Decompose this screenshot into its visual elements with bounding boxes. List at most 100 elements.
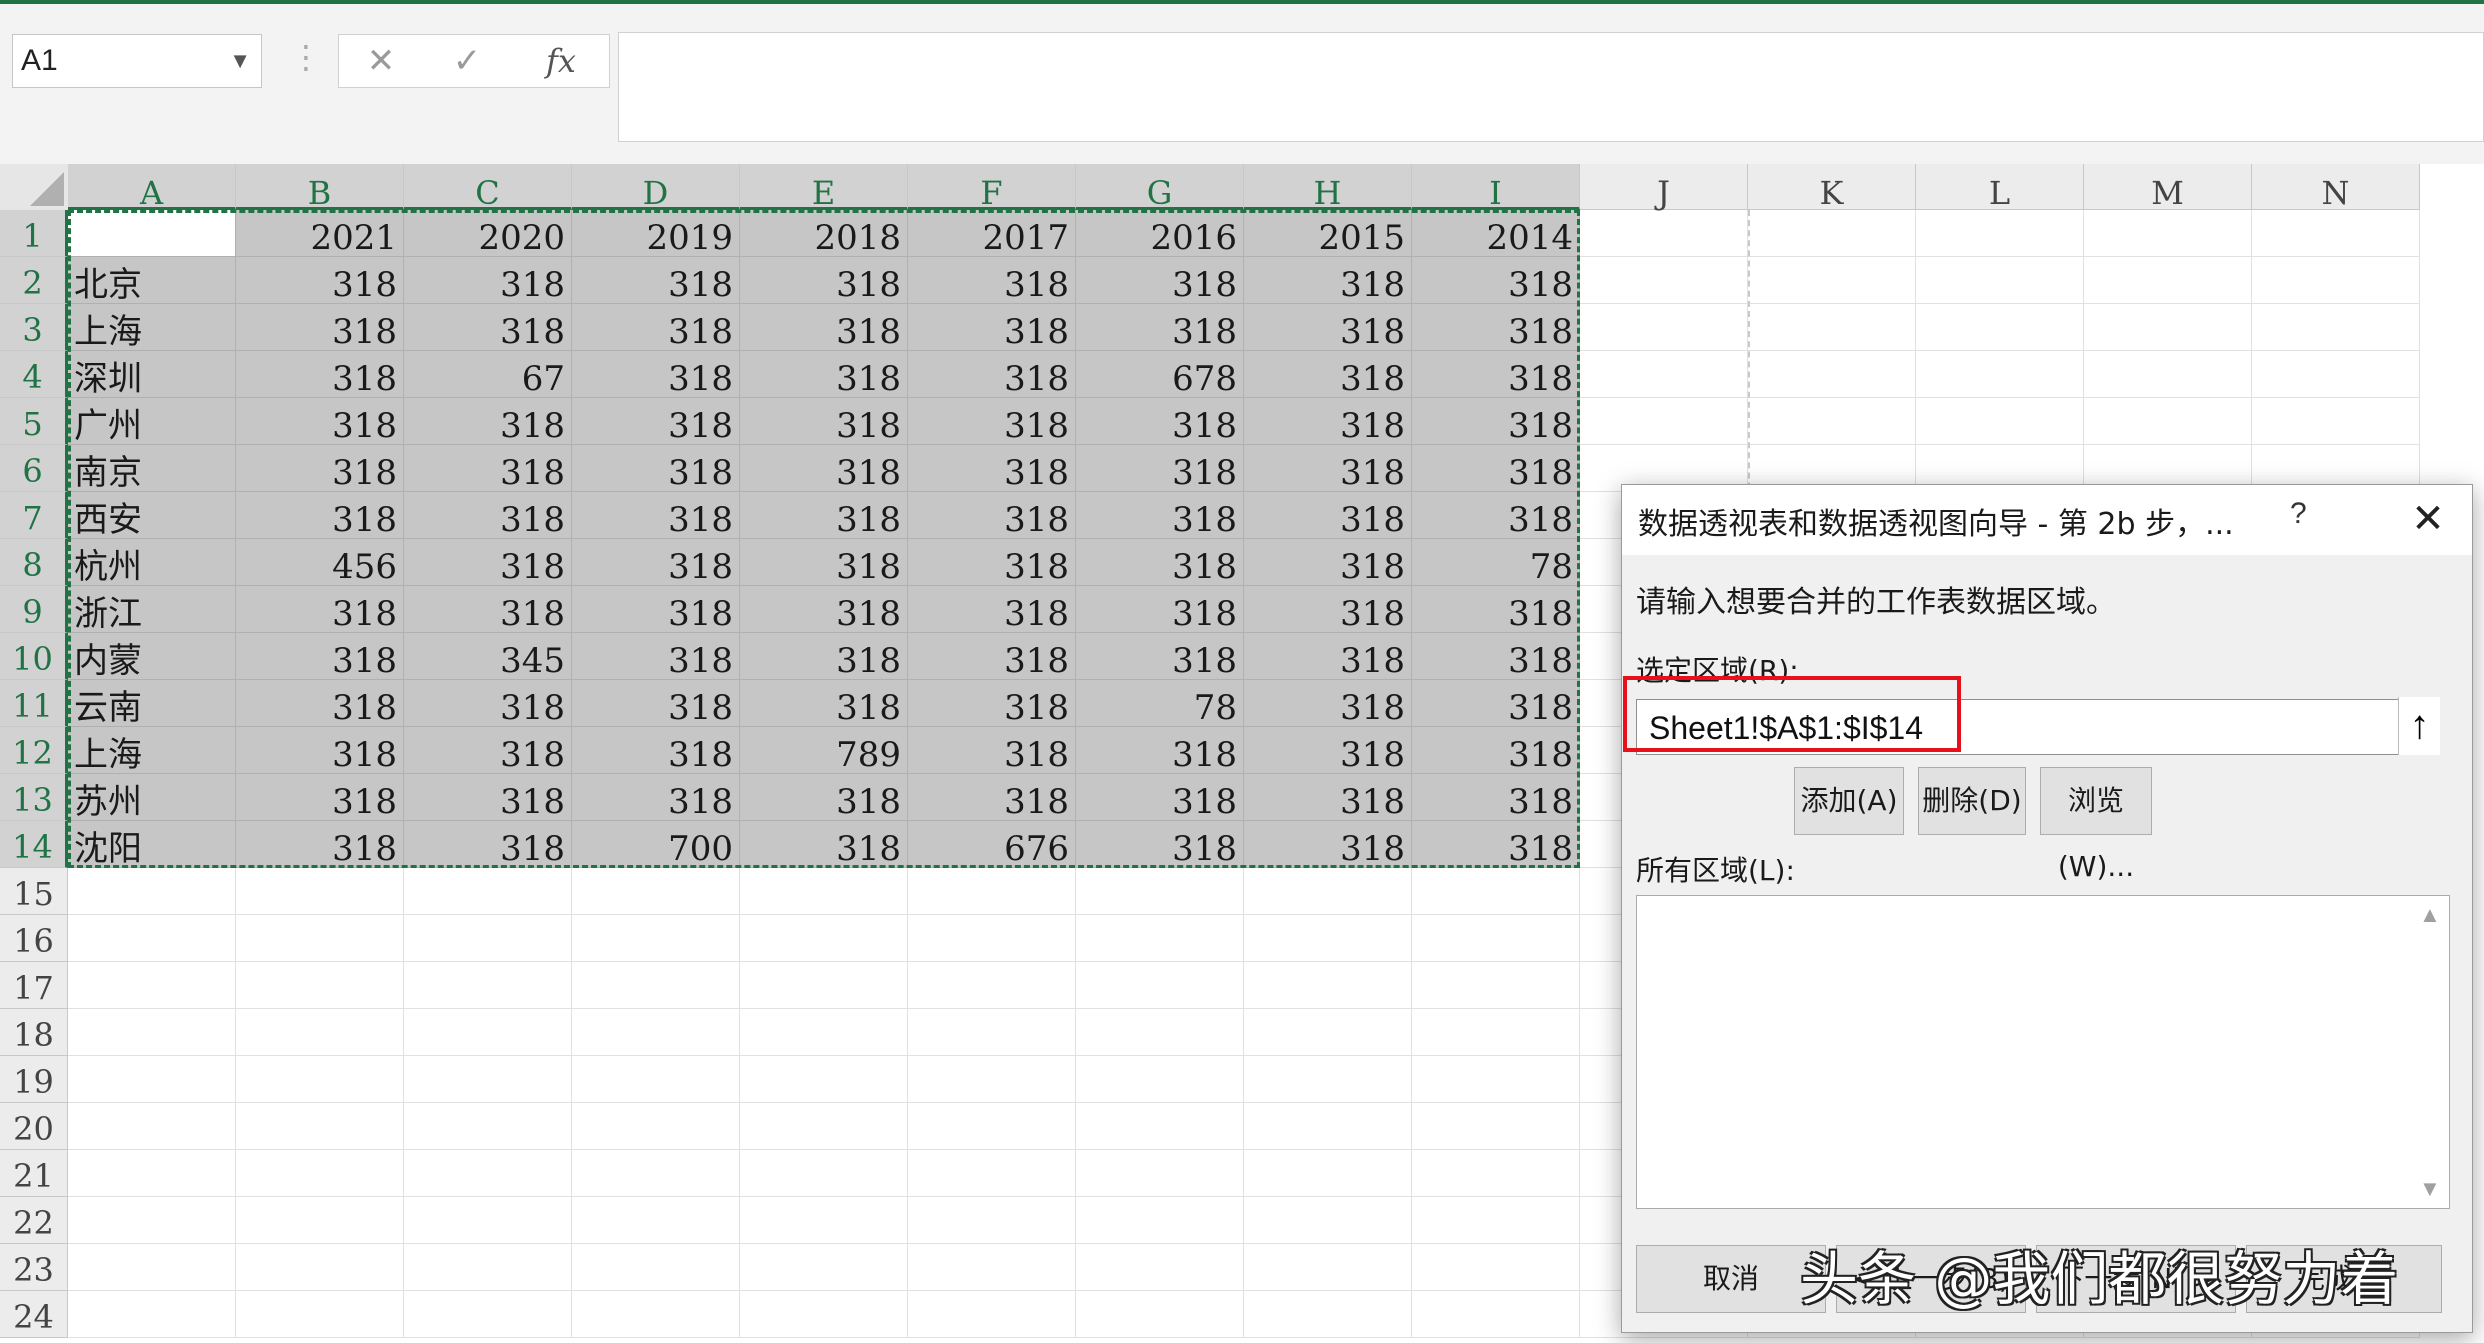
cell[interactable]: 2016 bbox=[1076, 210, 1244, 257]
more-options-icon[interactable]: ⋮ bbox=[290, 38, 322, 76]
cell[interactable]: 318 bbox=[908, 398, 1076, 445]
cell[interactable] bbox=[68, 962, 236, 1009]
cell[interactable]: 318 bbox=[1244, 633, 1412, 680]
cell[interactable]: 678 bbox=[1076, 351, 1244, 398]
range-input[interactable]: Sheet1!$A$1:$I$14 bbox=[1623, 676, 2438, 755]
cell[interactable] bbox=[1076, 868, 1244, 915]
cell[interactable] bbox=[1244, 1009, 1412, 1056]
cell[interactable] bbox=[1244, 915, 1412, 962]
cell[interactable] bbox=[236, 1009, 404, 1056]
cell[interactable]: 318 bbox=[908, 774, 1076, 821]
cell[interactable] bbox=[740, 868, 908, 915]
cell[interactable] bbox=[68, 1197, 236, 1244]
cell[interactable] bbox=[1412, 1009, 1580, 1056]
cell[interactable] bbox=[572, 1103, 740, 1150]
cell[interactable] bbox=[1916, 257, 2084, 304]
cell[interactable]: 2020 bbox=[404, 210, 572, 257]
confirm-entry-icon[interactable]: ✓ bbox=[427, 35, 507, 87]
column-header-f[interactable]: F bbox=[908, 164, 1076, 212]
cell[interactable]: 318 bbox=[1244, 680, 1412, 727]
cell[interactable]: 苏州 bbox=[68, 774, 236, 821]
insert-function-button[interactable]: fx bbox=[521, 35, 601, 87]
row-header-3[interactable]: 3 bbox=[0, 304, 68, 351]
cell[interactable]: 318 bbox=[908, 351, 1076, 398]
cell[interactable] bbox=[404, 1197, 572, 1244]
cell[interactable]: 318 bbox=[740, 398, 908, 445]
cell[interactable] bbox=[236, 962, 404, 1009]
cell[interactable] bbox=[236, 1197, 404, 1244]
cell[interactable]: 318 bbox=[572, 774, 740, 821]
cell[interactable]: 318 bbox=[1076, 727, 1244, 774]
cancel-button[interactable]: 取消 bbox=[1636, 1245, 1826, 1313]
cell[interactable]: 318 bbox=[404, 492, 572, 539]
cell[interactable] bbox=[2084, 304, 2252, 351]
cell[interactable] bbox=[572, 1009, 740, 1056]
cell[interactable]: 2019 bbox=[572, 210, 740, 257]
name-box[interactable]: A1 ▼ bbox=[12, 34, 262, 88]
cell[interactable]: 318 bbox=[404, 257, 572, 304]
column-header-n[interactable]: N bbox=[2252, 164, 2420, 212]
cell[interactable] bbox=[1244, 1291, 1412, 1338]
cell[interactable]: 318 bbox=[236, 445, 404, 492]
cell[interactable] bbox=[1748, 210, 1916, 257]
row-header-12[interactable]: 12 bbox=[0, 727, 68, 774]
cell[interactable]: 318 bbox=[236, 633, 404, 680]
cell[interactable] bbox=[1076, 1103, 1244, 1150]
column-header-k[interactable]: K bbox=[1748, 164, 1916, 212]
column-header-h[interactable]: H bbox=[1244, 164, 1412, 212]
cell[interactable]: 318 bbox=[236, 727, 404, 774]
row-header-2[interactable]: 2 bbox=[0, 257, 68, 304]
cell[interactable] bbox=[68, 1056, 236, 1103]
cell[interactable] bbox=[908, 1103, 1076, 1150]
cell[interactable]: 318 bbox=[1076, 633, 1244, 680]
cell[interactable]: 318 bbox=[1076, 539, 1244, 586]
cell[interactable] bbox=[908, 1291, 1076, 1338]
cell[interactable] bbox=[740, 1197, 908, 1244]
column-header-m[interactable]: M bbox=[2084, 164, 2252, 212]
all-ranges-list[interactable]: ▲ ▼ bbox=[1636, 895, 2450, 1209]
cell[interactable]: 318 bbox=[740, 774, 908, 821]
cell[interactable]: 318 bbox=[404, 445, 572, 492]
cell[interactable] bbox=[404, 915, 572, 962]
cell[interactable] bbox=[1412, 962, 1580, 1009]
cell[interactable]: 318 bbox=[908, 680, 1076, 727]
cell[interactable]: 上海 bbox=[68, 727, 236, 774]
scroll-up-icon[interactable]: ▲ bbox=[2419, 902, 2441, 928]
row-header-9[interactable]: 9 bbox=[0, 586, 68, 633]
cell[interactable] bbox=[908, 915, 1076, 962]
cell[interactable] bbox=[404, 1291, 572, 1338]
cell[interactable]: 318 bbox=[404, 680, 572, 727]
cancel-entry-icon[interactable]: ✕ bbox=[341, 35, 421, 87]
cell[interactable]: 318 bbox=[572, 633, 740, 680]
cell[interactable]: 318 bbox=[908, 727, 1076, 774]
cell[interactable]: 318 bbox=[1412, 492, 1580, 539]
cell[interactable]: 318 bbox=[908, 539, 1076, 586]
cell[interactable]: 318 bbox=[236, 257, 404, 304]
cell[interactable]: 318 bbox=[572, 351, 740, 398]
row-header-19[interactable]: 19 bbox=[0, 1056, 68, 1103]
browse-button[interactable]: 浏览(W)... bbox=[2040, 767, 2152, 883]
column-header-c[interactable]: C bbox=[404, 164, 572, 212]
cell[interactable]: 318 bbox=[908, 304, 1076, 351]
row-header-17[interactable]: 17 bbox=[0, 962, 68, 1009]
cell[interactable]: 318 bbox=[1076, 774, 1244, 821]
collapse-dialog-icon[interactable]: ↑ bbox=[2398, 697, 2440, 755]
cell[interactable]: 318 bbox=[908, 586, 1076, 633]
cell[interactable]: 456 bbox=[236, 539, 404, 586]
cell[interactable]: 318 bbox=[740, 492, 908, 539]
cell[interactable]: 318 bbox=[1076, 492, 1244, 539]
chevron-down-icon[interactable]: ▼ bbox=[229, 35, 251, 87]
cell[interactable] bbox=[740, 1291, 908, 1338]
row-header-5[interactable]: 5 bbox=[0, 398, 68, 445]
cell[interactable] bbox=[572, 1056, 740, 1103]
cell[interactable] bbox=[1244, 962, 1412, 1009]
column-header-e[interactable]: E bbox=[740, 164, 908, 212]
cell[interactable] bbox=[1412, 1056, 1580, 1103]
cell[interactable] bbox=[68, 1244, 236, 1291]
cell[interactable]: 318 bbox=[404, 539, 572, 586]
cell[interactable]: 318 bbox=[908, 633, 1076, 680]
cell[interactable] bbox=[68, 915, 236, 962]
cell[interactable] bbox=[1412, 1291, 1580, 1338]
cell[interactable]: 318 bbox=[1412, 727, 1580, 774]
cell[interactable]: 318 bbox=[236, 304, 404, 351]
